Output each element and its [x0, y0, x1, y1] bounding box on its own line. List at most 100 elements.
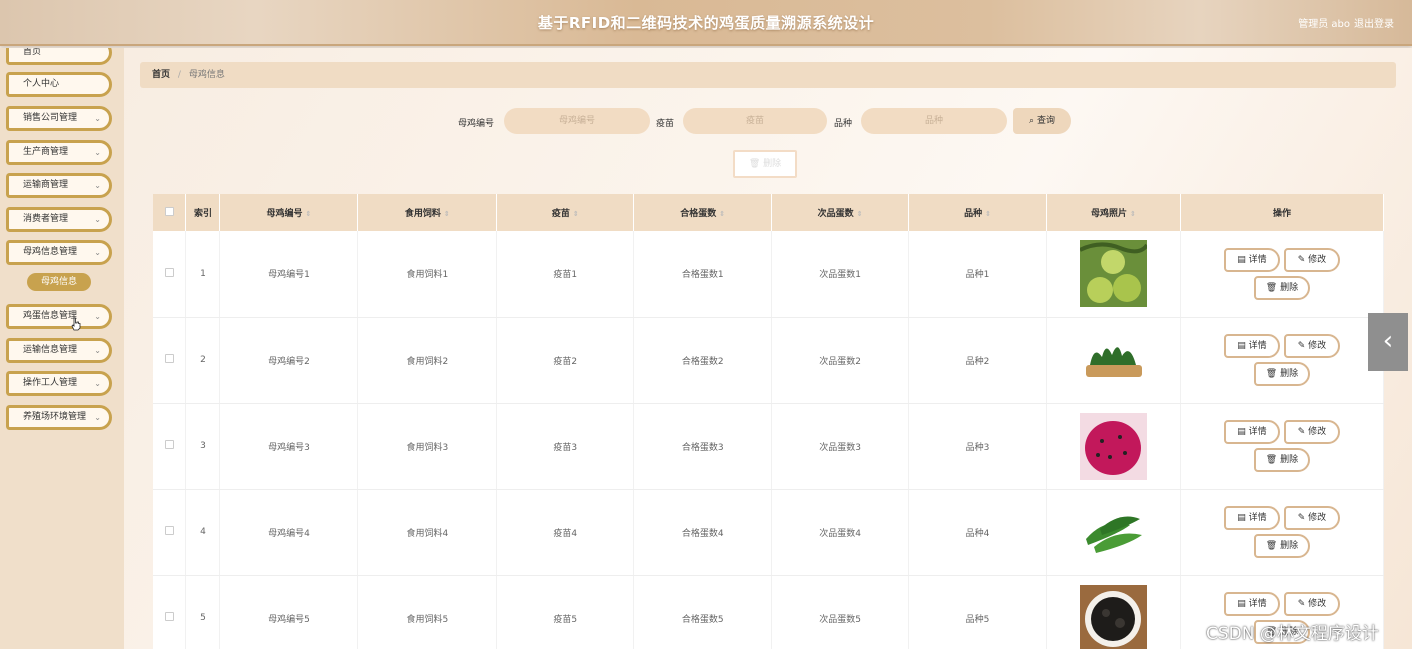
current-user: 管理员 abo — [1298, 19, 1350, 30]
vaccine-input[interactable] — [683, 108, 827, 134]
cell-hen-id: 母鸡编号1 — [219, 231, 359, 318]
query-button[interactable]: ⌕ 查询 — [1013, 108, 1071, 134]
hen-photo-thumbnail[interactable] — [1079, 240, 1147, 308]
col-feed[interactable]: 食用饲料 ⇕ — [357, 194, 498, 231]
logout-link[interactable]: 退出登录 — [1354, 15, 1394, 30]
cell-photo — [1046, 231, 1181, 318]
sidebar-item-profile[interactable]: 个人中心 — [6, 72, 112, 97]
sidebar-item-transporter[interactable]: 运输商管理 ⌄ — [6, 173, 112, 198]
sidebar: 首页 个人中心 销售公司管理 ⌄ 生产商管理 ⌄ 运输商管理 ⌄ 消费者管理 ⌄ 母鸡信… — [0, 48, 124, 649]
collapse-panel-button[interactable]: ‹ — [1368, 313, 1408, 371]
hen-photo-thumbnail[interactable] — [1079, 326, 1147, 394]
sort-icon[interactable]: ⇕ — [306, 210, 312, 218]
col-defective-eggs[interactable]: 次品蛋数 ⇕ — [771, 194, 910, 231]
col-hen-photo[interactable]: 母鸡照片 ⇕ — [1046, 194, 1181, 231]
delete-button[interactable]: 🗑 删除 — [1253, 448, 1310, 472]
col-breed[interactable]: 品种 ⇕ — [908, 194, 1047, 231]
col-good-eggs[interactable]: 合格蛋数 ⇕ — [633, 194, 773, 231]
edit-button[interactable]: ✎ 修改 — [1283, 420, 1340, 444]
row-checkbox[interactable] — [164, 354, 174, 363]
sidebar-item-label: 运输商管理 — [23, 180, 69, 190]
cell-breed: 品种2 — [908, 317, 1047, 404]
cell-feed: 食用饲料5 — [357, 575, 498, 649]
delete-button[interactable]: 🗑 删除 — [1253, 362, 1310, 386]
cell-vaccine: 疫苗1 — [496, 231, 635, 318]
col-defective-eggs-label: 次品蛋数 — [817, 209, 854, 219]
sidebar-item-home[interactable]: 首页 — [6, 48, 112, 65]
chevron-down-icon: ⌄ — [94, 181, 101, 190]
edit-button[interactable]: ✎ 修改 — [1283, 506, 1340, 530]
col-feed-label: 食用饲料 — [404, 209, 441, 219]
sidebar-item-producer[interactable]: 生产商管理 ⌄ — [6, 140, 112, 165]
sidebar-item-label: 生产商管理 — [23, 147, 69, 157]
sidebar-item-farm-environment[interactable]: 养殖场环境管理 ⌄ — [6, 405, 112, 430]
watermark: CSDN @林文程序设计 — [1206, 624, 1379, 644]
cell-breed: 品种5 — [908, 575, 1047, 649]
hen-photo-thumbnail[interactable] — [1079, 412, 1147, 480]
cell-defective-eggs: 次品蛋数5 — [771, 575, 910, 649]
sidebar-subitem-hen-info[interactable]: 母鸡信息 — [27, 273, 91, 291]
row-checkbox[interactable] — [164, 267, 174, 277]
table-row: 3 母鸡编号3 食用饲料3 疫苗3 合格蛋数3 次品蛋数3 品种3 ▤ 详情 ✎ … — [153, 403, 1385, 490]
sidebar-item-consumer[interactable]: 消费者管理 ⌄ — [6, 207, 112, 232]
cell-good-eggs: 合格蛋数4 — [633, 489, 773, 576]
cell-photo — [1046, 489, 1181, 576]
cell-actions: ▤ 详情 ✎ 修改 🗑 删除 — [1180, 231, 1385, 318]
edit-button[interactable]: ✎ 修改 — [1283, 592, 1340, 616]
document-icon: ▤ — [1237, 427, 1246, 437]
detail-button[interactable]: ▤ 详情 — [1223, 420, 1280, 444]
chevron-left-icon: ‹ — [1382, 326, 1394, 356]
edit-button[interactable]: ✎ 修改 — [1283, 247, 1340, 272]
top-header: 基于RFID和二维码技术的鸡蛋质量溯源系统设计 管理员 abo 退出登录 — [0, 0, 1412, 46]
row-checkbox[interactable] — [164, 612, 174, 621]
sidebar-item-label: 首页 — [23, 48, 42, 57]
query-label: 查询 — [1036, 116, 1055, 126]
cell-index: 4 — [185, 489, 221, 576]
sidebar-item-workers[interactable]: 操作工人管理 ⌄ — [6, 371, 112, 396]
breed-label: 品种 — [834, 119, 853, 129]
delete-button[interactable]: 🗑 删除 — [1253, 275, 1310, 300]
col-vaccine[interactable]: 疫苗 ⇕ — [496, 194, 635, 231]
document-icon: ▤ — [1237, 341, 1246, 351]
breadcrumb-home[interactable]: 首页 — [152, 70, 170, 80]
cell-breed: 品种3 — [908, 403, 1047, 490]
col-breed-label: 品种 — [964, 209, 983, 219]
sort-icon[interactable]: ⇕ — [719, 210, 725, 218]
hand-cursor-icon — [71, 317, 81, 331]
delete-button[interactable]: 🗑 删除 — [1253, 534, 1310, 558]
detail-button[interactable]: ▤ 详情 — [1223, 592, 1280, 616]
hen-photo-thumbnail[interactable] — [1079, 584, 1147, 649]
select-all-checkbox[interactable] — [164, 206, 174, 216]
col-index: 索引 — [185, 194, 221, 231]
row-checkbox[interactable] — [164, 440, 174, 449]
app-title: 基于RFID和二维码技术的鸡蛋质量溯源系统设计 — [537, 14, 875, 32]
sort-icon[interactable]: ⇕ — [573, 210, 579, 218]
sort-icon[interactable]: ⇕ — [444, 210, 450, 218]
sidebar-item-sales-company[interactable]: 销售公司管理 ⌄ — [6, 106, 112, 131]
row-select-cell — [153, 317, 187, 404]
batch-delete-button[interactable]: 🗑 删除 — [733, 150, 797, 178]
trash-icon: 🗑 — [1265, 455, 1278, 465]
sidebar-item-hen-info[interactable]: 母鸡信息管理 ⌄ — [6, 240, 112, 265]
breed-input[interactable] — [861, 108, 1007, 134]
sidebar-item-egg-info[interactable]: 鸡蛋信息管理 ⌄ — [6, 304, 112, 329]
hen-id-input[interactable] — [504, 108, 650, 134]
cell-vaccine: 疫苗5 — [496, 575, 635, 649]
hen-photo-thumbnail[interactable] — [1079, 498, 1147, 566]
sidebar-item-transport-info[interactable]: 运输信息管理 ⌄ — [6, 338, 112, 363]
sort-icon[interactable]: ⇕ — [857, 210, 863, 218]
edit-button[interactable]: ✎ 修改 — [1283, 334, 1340, 358]
document-icon: ▤ — [1237, 599, 1246, 609]
delete-label: 删除 — [763, 159, 782, 169]
row-checkbox[interactable] — [164, 526, 174, 535]
sort-icon[interactable]: ⇕ — [985, 210, 991, 218]
trash-icon: 🗑 — [1265, 369, 1278, 379]
sort-icon[interactable]: ⇕ — [1130, 210, 1136, 218]
detail-button[interactable]: ▤ 详情 — [1223, 334, 1280, 358]
cell-good-eggs: 合格蛋数3 — [633, 403, 773, 490]
cell-breed: 品种1 — [908, 231, 1047, 318]
detail-button[interactable]: ▤ 详情 — [1223, 506, 1280, 530]
col-hen-id[interactable]: 母鸡编号 ⇕ — [219, 194, 359, 231]
detail-button[interactable]: ▤ 详情 — [1223, 247, 1280, 272]
cell-index: 3 — [185, 403, 221, 490]
